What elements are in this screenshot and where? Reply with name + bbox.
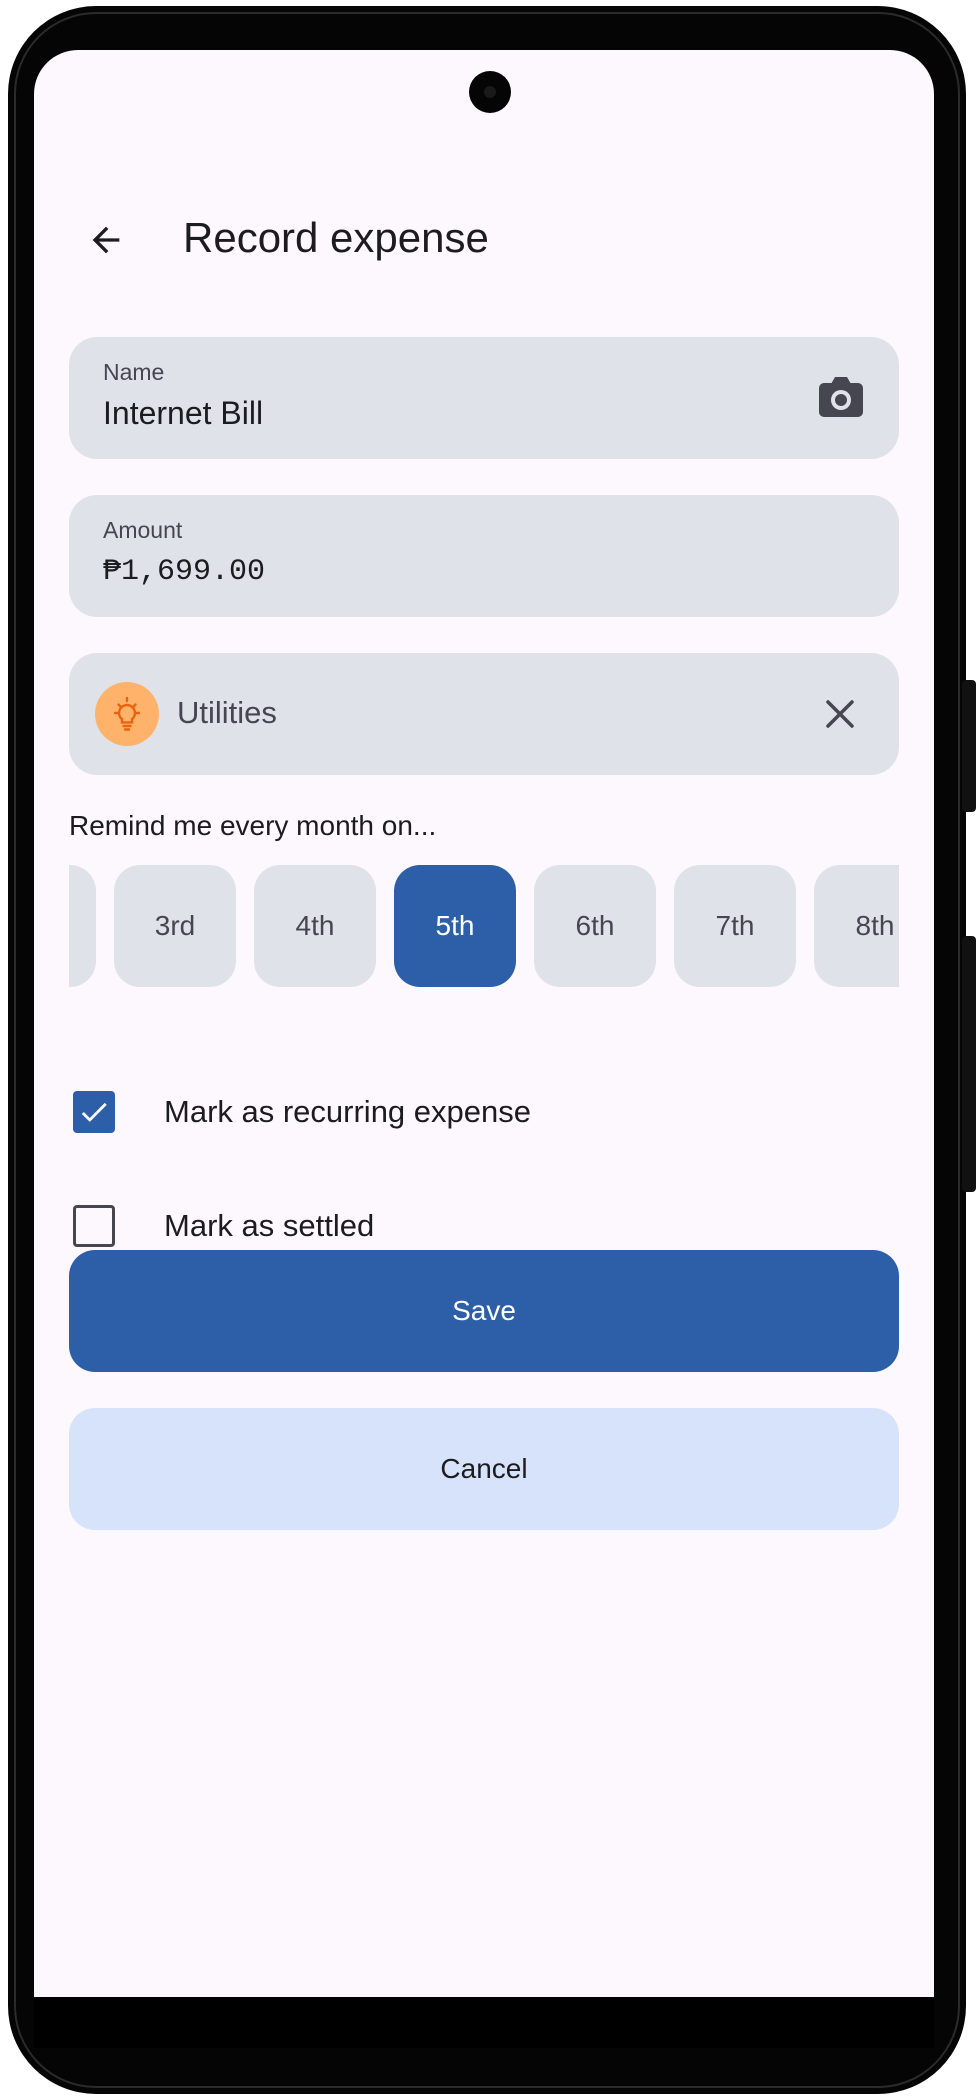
reminder-label: Remind me every month on... — [69, 810, 437, 841]
name-field-label: Name — [103, 359, 165, 385]
system-navigation-bar — [34, 1997, 934, 2048]
day-chip-3rd[interactable]: 3rd — [114, 865, 236, 987]
volume-button — [962, 680, 976, 812]
name-field[interactable]: Name Internet Bill — [69, 337, 899, 459]
power-button — [962, 936, 976, 1192]
settled-checkbox-row[interactable]: Mark as settled — [69, 1196, 899, 1256]
back-button[interactable] — [76, 210, 136, 270]
camera-button[interactable] — [817, 375, 865, 419]
recurring-checkbox[interactable] — [73, 1091, 115, 1133]
category-icon-badge — [95, 682, 159, 746]
clear-category-button[interactable] — [819, 693, 861, 735]
check-icon — [81, 1102, 107, 1122]
recurring-checkbox-row[interactable]: Mark as recurring expense — [69, 1082, 899, 1142]
category-label: Utilities — [177, 695, 277, 730]
name-field-value[interactable]: Internet Bill — [103, 395, 263, 432]
front-camera — [469, 71, 511, 113]
day-chip-row[interactable]: 2nd 3rd4th5th6th7th8th — [69, 865, 899, 987]
close-icon — [826, 700, 854, 728]
settled-checkbox[interactable] — [73, 1205, 115, 1247]
save-button[interactable]: Save — [69, 1250, 899, 1372]
day-chip-6th[interactable]: 6th — [534, 865, 656, 987]
category-field[interactable]: Utilities — [69, 653, 899, 775]
day-chip-5th[interactable]: 5th — [394, 865, 516, 987]
amount-field-label: Amount — [103, 517, 183, 543]
amount-field[interactable]: Amount ₱1,699.00 — [69, 495, 899, 617]
cancel-button[interactable]: Cancel — [69, 1408, 899, 1530]
day-chip-4th[interactable]: 4th — [254, 865, 376, 987]
day-chip-7th[interactable]: 7th — [674, 865, 796, 987]
camera-icon — [819, 377, 863, 417]
amount-field-value[interactable]: ₱1,699.00 — [103, 555, 265, 589]
lightbulb-icon — [113, 696, 141, 731]
app-screen: Record expense Name Internet Bill Amount… — [34, 50, 934, 2048]
day-chip-8th[interactable]: 8th — [814, 865, 899, 987]
top-app-bar: Record expense — [34, 200, 934, 280]
arrow-left-icon — [92, 226, 120, 254]
recurring-checkbox-label: Mark as recurring expense — [164, 1094, 531, 1129]
settled-checkbox-label: Mark as settled — [164, 1208, 375, 1243]
page-title: Record expense — [183, 214, 489, 261]
day-chip-2nd[interactable]: 2nd — [69, 865, 96, 987]
